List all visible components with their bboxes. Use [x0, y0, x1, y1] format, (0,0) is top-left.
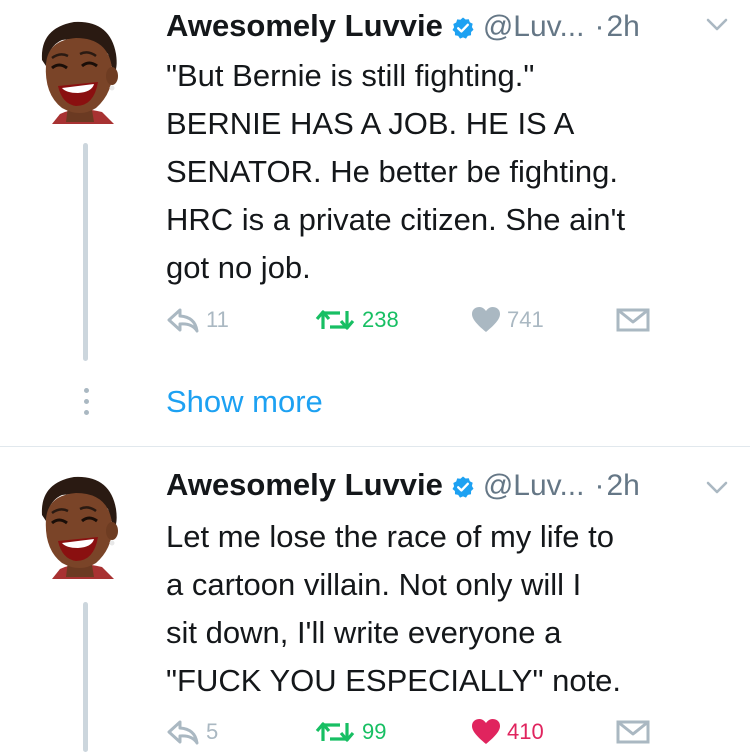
envelope-icon — [616, 308, 650, 332]
display-name[interactable]: Awesomely Luvvie — [166, 467, 443, 503]
tweet-actions: 5 99 410 — [166, 712, 686, 752]
retweet-icon — [315, 310, 355, 330]
tweet-text: Let me lose the race of my life to a car… — [166, 519, 622, 698]
reply-icon — [167, 308, 199, 333]
like-button[interactable]: 410 — [471, 712, 544, 752]
direct-message-button[interactable] — [616, 712, 650, 752]
thread-connector-line — [83, 602, 88, 752]
timestamp[interactable]: 2h — [606, 469, 639, 503]
avatar[interactable] — [22, 469, 132, 579]
like-button[interactable]: 741 — [471, 300, 544, 340]
tweet-actions: 11 238 741 — [166, 300, 686, 340]
retweet-button[interactable]: 238 — [314, 300, 399, 340]
reply-count: 11 — [206, 307, 229, 332]
verified-badge-icon — [452, 17, 474, 39]
direct-message-button[interactable] — [616, 300, 650, 340]
user-handle[interactable]: @Luv... — [483, 469, 585, 503]
display-name[interactable]: Awesomely Luvvie — [166, 8, 443, 44]
retweet-button[interactable]: 99 — [314, 712, 386, 752]
retweet-icon — [315, 722, 355, 742]
more-dots-icon — [82, 388, 90, 420]
like-count: 741 — [507, 307, 544, 332]
heart-icon — [472, 719, 500, 744]
tweet-header: Awesomely Luvvie @Luv... · 2h — [166, 8, 640, 48]
reply-button[interactable]: 11 — [166, 300, 229, 340]
chevron-down-icon[interactable] — [706, 18, 728, 32]
reply-icon — [167, 720, 199, 745]
heart-icon — [472, 307, 500, 332]
timestamp[interactable]: 2h — [606, 10, 639, 44]
separator-dot: · — [594, 10, 605, 43]
tweet-text: "But Bernie is still fighting." BERNIE H… — [166, 58, 626, 285]
reply-button[interactable]: 5 — [166, 712, 218, 752]
envelope-icon — [616, 720, 650, 744]
retweet-count: 238 — [362, 307, 399, 332]
separator-dot: · — [594, 469, 605, 502]
reply-count: 5 — [206, 719, 219, 744]
tweet-header: Awesomely Luvvie @Luv... · 2h — [166, 467, 640, 507]
avatar[interactable] — [22, 14, 132, 124]
tweet[interactable]: Awesomely Luvvie @Luv... · 2h "But Berni… — [0, 0, 750, 446]
user-handle[interactable]: @Luv... — [483, 10, 585, 44]
chevron-down-icon[interactable] — [706, 481, 728, 495]
tweet[interactable]: Awesomely Luvvie @Luv... · 2h Let me los… — [0, 447, 750, 752]
thread-connector-line — [83, 143, 88, 361]
like-count: 410 — [507, 719, 544, 744]
verified-badge-icon — [452, 476, 474, 498]
show-more-link[interactable]: Show more — [166, 384, 323, 420]
retweet-count: 99 — [362, 719, 387, 744]
